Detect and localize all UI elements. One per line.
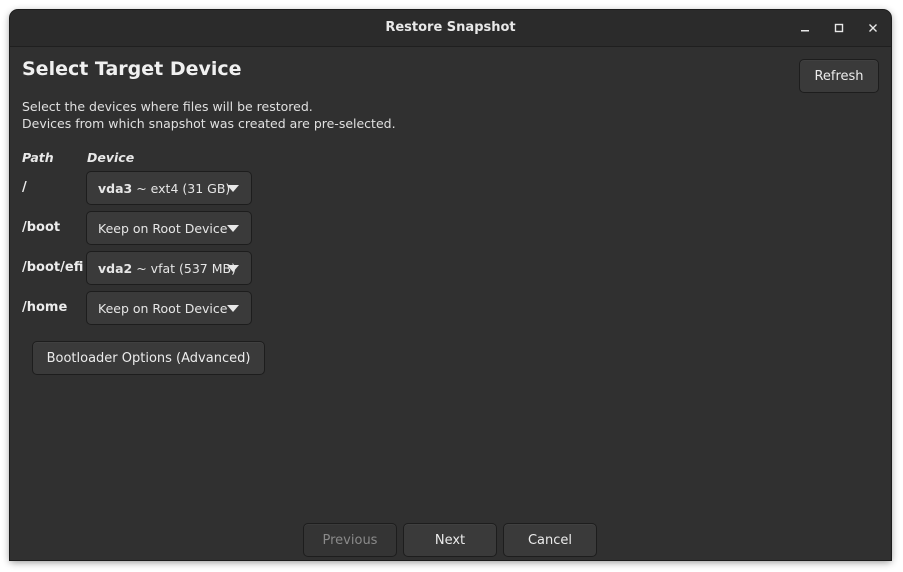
previous-button[interactable]: Previous <box>303 523 397 557</box>
close-icon <box>869 24 877 32</box>
maximize-button[interactable] <box>829 18 849 38</box>
device-dropdown-boot-efi[interactable]: vda2 ~ vfat (537 MB) <box>86 251 252 285</box>
row-path-boot: /boot <box>22 220 61 235</box>
row-path-boot-efi: /boot/efi <box>22 260 84 275</box>
device-detail: ~ ext4 (31 GB) <box>136 180 231 196</box>
close-button[interactable] <box>863 18 883 38</box>
description-line-1: Select the devices where files will be r… <box>22 99 313 114</box>
page-heading: Select Target Device <box>22 58 242 80</box>
device-name: vda3 <box>98 180 133 196</box>
minimize-icon <box>801 30 809 32</box>
maximize-icon <box>834 23 844 33</box>
bootloader-options-button[interactable]: Bootloader Options (Advanced) <box>32 341 265 375</box>
device-column-header: Device <box>87 150 135 165</box>
triangle-down-icon <box>227 185 239 192</box>
restore-snapshot-window: Restore Snapshot Select Target Device Se… <box>10 10 891 560</box>
triangle-down-icon <box>227 225 239 232</box>
triangle-down-icon <box>227 305 239 312</box>
row-path-home: /home <box>22 300 68 315</box>
device-detail: Keep on Root Device <box>98 300 228 316</box>
title-bar[interactable]: Restore Snapshot <box>10 10 891 47</box>
device-dropdown-home[interactable]: Keep on Root Device <box>86 291 252 325</box>
description-line-2: Devices from which snapshot was created … <box>22 116 396 131</box>
device-dropdown-root[interactable]: vda3 ~ ext4 (31 GB) <box>86 171 252 205</box>
device-detail: Keep on Root Device <box>98 220 228 236</box>
device-detail: ~ vfat (537 MB) <box>136 260 236 276</box>
device-name: vda2 <box>98 260 133 276</box>
next-button[interactable]: Next <box>403 523 497 557</box>
minimize-button[interactable] <box>795 18 815 38</box>
refresh-button[interactable]: Refresh <box>799 59 879 93</box>
device-dropdown-boot[interactable]: Keep on Root Device <box>86 211 252 245</box>
cancel-button[interactable]: Cancel <box>503 523 597 557</box>
triangle-down-icon <box>227 265 239 272</box>
window-title: Restore Snapshot <box>385 20 516 35</box>
path-column-header: Path <box>22 150 54 165</box>
row-path-root: / <box>22 180 27 195</box>
